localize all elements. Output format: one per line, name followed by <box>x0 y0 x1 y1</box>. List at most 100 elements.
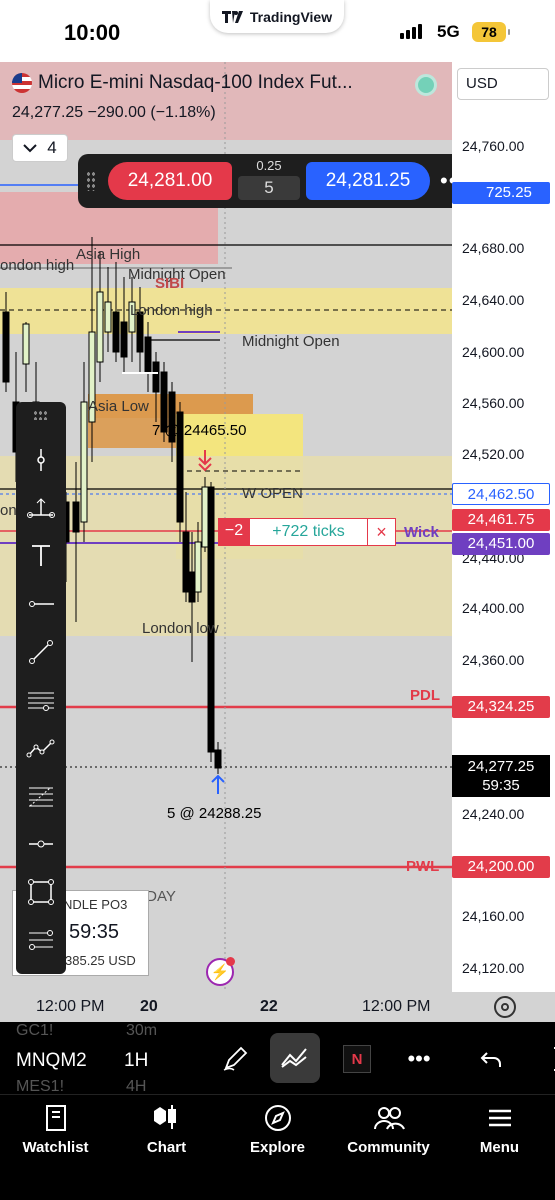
signal-icon <box>400 24 422 39</box>
last-price-header: 24,277.25 <box>12 104 84 121</box>
tab-menu[interactable]: Menu <box>444 1103 555 1156</box>
settings-gear-icon[interactable] <box>494 996 516 1018</box>
interval-selector[interactable]: 1H <box>124 1050 148 1072</box>
label-w-open: W OPEN <box>242 485 303 502</box>
sell-button[interactable]: 24,281.00 <box>108 162 232 200</box>
tab-label: Chart <box>146 1139 187 1156</box>
tab-label: Watchlist <box>22 1139 89 1156</box>
tab-label: Explore <box>249 1139 306 1156</box>
fib-extension-tool-icon[interactable] <box>21 920 61 960</box>
toolbar-grip-icon[interactable] <box>33 410 48 420</box>
tab-explore[interactable]: Explore <box>222 1103 333 1156</box>
candle <box>104 267 112 352</box>
candle <box>201 477 209 552</box>
price-axis[interactable]: 24,760.00 24,680.00 24,640.00 24,600.00 … <box>452 62 555 992</box>
spread-value: 0.25 <box>256 158 282 173</box>
market-status-icon[interactable] <box>415 74 437 96</box>
indicators-collapse-button[interactable]: 4 <box>12 134 68 162</box>
indicators-count: 4 <box>47 138 57 157</box>
candle <box>22 322 30 392</box>
zone-yellow-large <box>0 456 452 636</box>
symbol-selector[interactable]: MNQM2⁠ <box>16 1050 87 1072</box>
app-screen: 10:00 TradingView 5G 78 Asia High ondon … <box>0 0 555 1200</box>
last-price-value: 24,277.25 <box>467 758 535 775</box>
position-pnl[interactable]: +722 ticks <box>250 523 367 541</box>
countdown-timer: 59:35 <box>69 921 120 943</box>
symbol-name: Micro E-mini Nasdaq-100 Index Fut... <box>38 72 353 93</box>
price-range-tool-icon[interactable] <box>21 824 61 864</box>
label-midnight-open-2: Midnight Open <box>242 333 340 350</box>
ninjatrader-icon[interactable]: N <box>334 1036 380 1082</box>
price-tick: 24,640.00 <box>462 292 525 308</box>
candle <box>214 742 222 774</box>
price-tick: 24,240.00 <box>462 806 525 822</box>
tab-watchlist[interactable]: Watchlist <box>0 1103 111 1156</box>
pencil-icon[interactable] <box>212 1036 258 1082</box>
vertical-line-tool-icon[interactable] <box>21 440 61 480</box>
candles-icon <box>153 1105 176 1129</box>
time-axis[interactable]: 12:00 PM 20 22 12:00 PM <box>0 992 555 1022</box>
tab-community[interactable]: Community <box>333 1103 444 1156</box>
time-tick: 12:00 PM <box>36 998 105 1015</box>
price-tick: 24,160.00 <box>462 908 525 924</box>
compass-icon <box>264 1105 291 1131</box>
tradingview-logo-icon <box>221 10 243 23</box>
tab-chart[interactable]: Chart <box>111 1103 222 1156</box>
time-tick: 12:00 PM <box>362 998 431 1015</box>
zone-yellow-london <box>0 288 452 334</box>
buy-arrow-icon <box>211 774 225 794</box>
label-pwl: PWL <box>406 858 440 875</box>
us-flag-icon <box>12 73 32 93</box>
tradingview-pill[interactable]: TradingView <box>210 0 344 33</box>
label-london-high-left: ondon high <box>0 257 75 274</box>
label-asia-high: Asia High <box>76 246 141 263</box>
fib-retracement-tool-icon[interactable] <box>21 776 61 816</box>
bottom-tab-bar: Watchlist Chart Explore Community Menu <box>0 1094 555 1200</box>
undo-icon[interactable] <box>468 1036 514 1082</box>
label-sibi: SIBI <box>155 275 185 292</box>
label-london-low: London low <box>142 620 219 637</box>
chart-area[interactable]: Asia High ondon high Midnight Open SIBI … <box>0 62 555 992</box>
price-tick: 24,360.00 <box>462 652 525 668</box>
drag-handle-icon[interactable] <box>86 171 96 191</box>
buy-button[interactable]: 24,281.25 <box>306 162 430 200</box>
more-icon[interactable]: ••• <box>396 1036 442 1082</box>
network-type: 5G <box>437 22 460 41</box>
label-pdl: PDL <box>410 687 440 704</box>
anchored-vwap-tool-icon[interactable] <box>21 488 61 528</box>
price-label-position: 24,461.75 <box>452 509 550 531</box>
currency-select[interactable]: USD <box>457 68 549 100</box>
text-tool-icon[interactable] <box>21 536 61 576</box>
countdown-title: NDLE PO3 <box>63 897 128 912</box>
horizontal-ray-tool-icon[interactable] <box>21 584 61 624</box>
close-position-button[interactable]: × <box>367 519 395 545</box>
position-label[interactable]: −2 +722 ticks × <box>218 518 396 546</box>
battery-level: 78 <box>472 22 510 42</box>
trend-line-tool-icon[interactable] <box>21 632 61 672</box>
candle <box>80 362 88 542</box>
fill-label-buy: 5 @ 24288.25 <box>167 805 262 822</box>
time-tick: 20 <box>140 998 158 1015</box>
alert-lightning-icon[interactable]: ⚡ <box>206 957 235 986</box>
price-tick: 24,120.00 <box>462 960 525 976</box>
quantity-input[interactable]: 5 <box>238 176 300 200</box>
countdown-value: 385.25 USD <box>65 953 136 968</box>
fullscreen-icon[interactable] <box>528 1036 555 1082</box>
position-qty[interactable]: −2 <box>218 518 250 546</box>
symbol-title[interactable]: Micro E-mini Nasdaq-100 Index Fut... <box>12 72 353 94</box>
chart-style-icon[interactable] <box>270 1033 320 1083</box>
clock: 10:00 <box>64 20 121 45</box>
ghost-interval: 30m <box>126 1022 158 1039</box>
price-label-wick: 24,451.00 <box>452 533 550 555</box>
candle <box>96 252 104 382</box>
price-label-last: 24,277.25 59:35 <box>452 755 550 797</box>
candle <box>112 262 120 362</box>
parallel-channel-tool-icon[interactable] <box>21 680 61 720</box>
chevron-down-icon <box>23 144 37 153</box>
price-label-blue-top: 725.25 <box>452 182 550 204</box>
rectangle-tool-icon[interactable] <box>21 872 61 912</box>
bar-countdown: 59:35 <box>482 777 520 794</box>
people-icon <box>373 1107 405 1130</box>
fill-label-sell: 7 @ 24465.50 <box>152 422 247 439</box>
pattern-tool-icon[interactable] <box>21 728 61 768</box>
